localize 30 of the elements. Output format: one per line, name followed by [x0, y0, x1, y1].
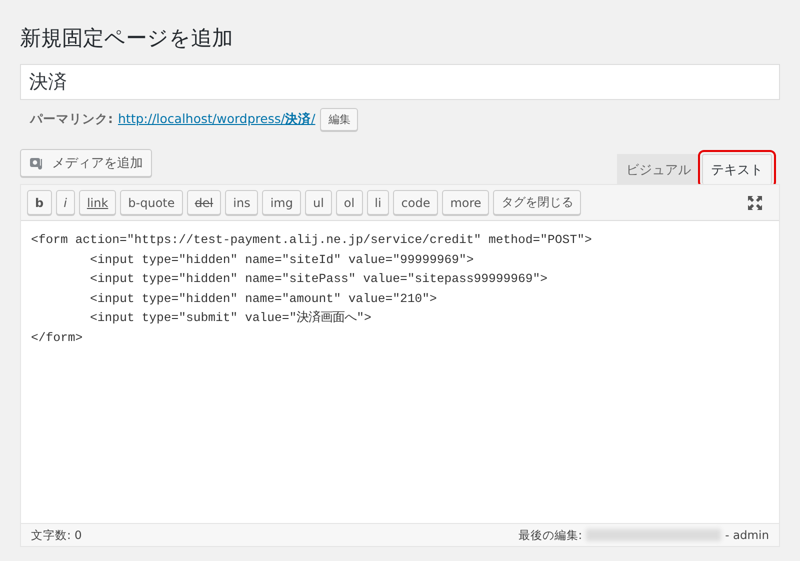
word-count: 文字数: 0 [31, 528, 82, 542]
quicktag-button[interactable]: ul [304, 190, 332, 215]
page-title: 新規固定ページを追加 [20, 25, 234, 52]
quicktag-button[interactable]: ins [225, 190, 258, 215]
fullscreen-icon[interactable] [747, 194, 763, 210]
quicktag-button[interactable]: del [186, 190, 222, 215]
edit-button[interactable]: 編集 [320, 108, 358, 131]
quicktag-button[interactable]: ol [336, 190, 363, 215]
editor-tab[interactable]: ビジュアル [617, 154, 700, 184]
permalink-link[interactable]: http://localhost/wordpress/決済/ [118, 111, 316, 128]
quicktag-button[interactable]: code [393, 190, 438, 215]
last-edit-label: 最後の編集: [518, 528, 582, 542]
quicktag-button[interactable]: li [366, 190, 390, 215]
permalink-label: パーマリンク: [30, 111, 113, 128]
quicktag-button[interactable]: more [442, 190, 490, 215]
quicktag-button[interactable]: b-quote [120, 190, 183, 215]
quicktag-button[interactable]: link [78, 190, 116, 215]
code-line: <input type="hidden" name="amount" value="210"> [89, 290, 438, 308]
quicktag-button[interactable]: タグを閉じる [493, 190, 582, 215]
title-field[interactable]: 決済 [20, 64, 780, 100]
last-edit-user: - admin [725, 528, 769, 542]
code-line: <input type="submit" value="決済画面へ"> [89, 310, 372, 327]
quicktag-button[interactable]: i [56, 190, 75, 215]
code-line: <input type="hidden" name="sitePass" value="sitepass99999969"> [89, 271, 549, 288]
quicktag-button[interactable]: img [262, 190, 301, 215]
code-line: </form> [31, 330, 84, 346]
code-line: <form action="https://test-payment.alij.ne.jp/service/credit" method="POST"> [31, 232, 593, 249]
code-line: <input type="hidden" name="siteId" value="99999969"> [89, 252, 475, 268]
add-media-button[interactable]: メディアを追加 [20, 149, 152, 177]
quicktag-button[interactable]: b [27, 190, 52, 215]
